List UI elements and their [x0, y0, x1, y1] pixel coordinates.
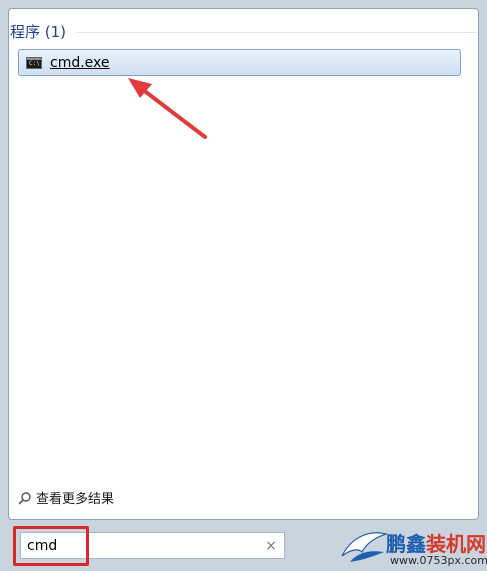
clear-icon[interactable]: ×: [262, 538, 280, 554]
watermark-url: www.0753px.com: [390, 554, 487, 567]
search-icon: [18, 491, 31, 504]
watermark-title: 鹏鑫装机网: [386, 532, 486, 556]
result-item-cmd[interactable]: C:\ cmd.exe: [18, 49, 461, 76]
red-highlight-box: [13, 526, 89, 566]
programs-section-header: 程序 (1): [10, 20, 477, 42]
site-watermark: 鹏鑫装机网 www.0753px.com: [340, 524, 487, 571]
result-item-label: cmd.exe: [50, 54, 110, 71]
section-title: 程序 (1): [10, 22, 67, 41]
bird-logo-icon: [341, 532, 388, 562]
command-prompt-icon: C:\: [26, 56, 42, 69]
start-menu-results-panel: [8, 8, 479, 520]
see-more-results-link[interactable]: 查看更多结果: [18, 488, 114, 507]
section-divider: [76, 32, 477, 33]
see-more-label: 查看更多结果: [36, 492, 115, 507]
